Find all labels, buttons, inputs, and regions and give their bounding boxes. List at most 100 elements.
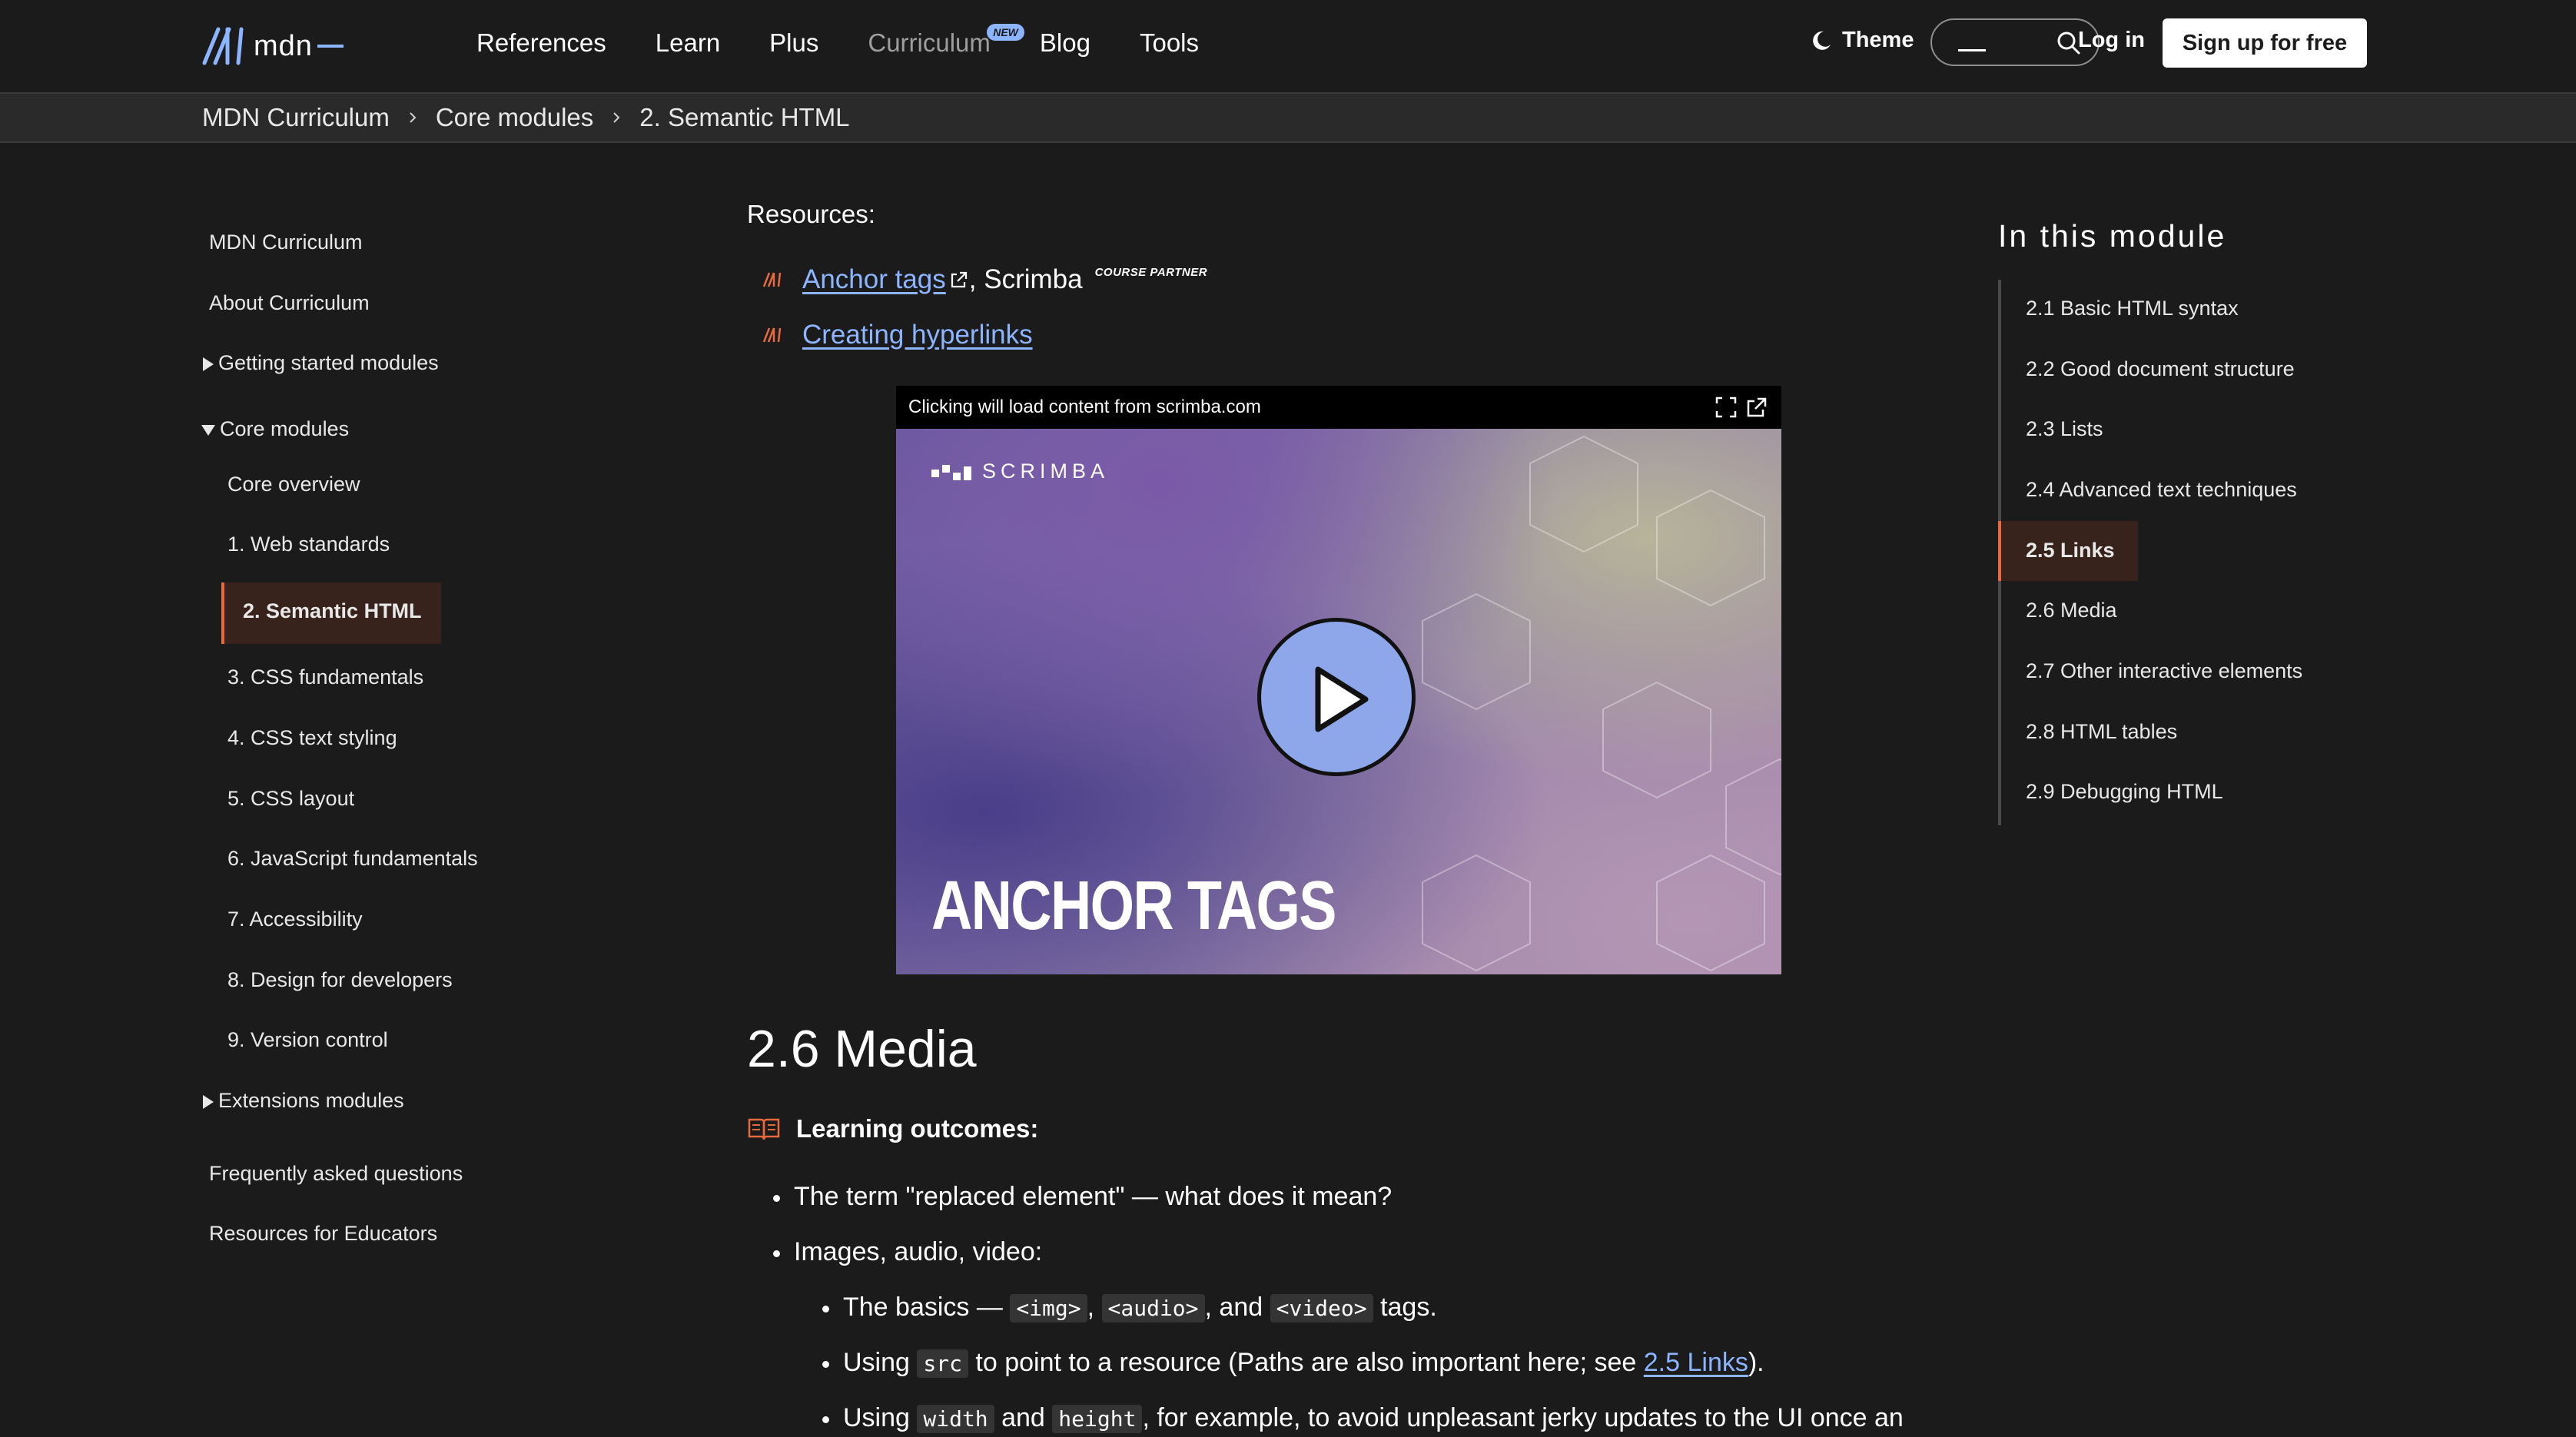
video-notice-text: Clicking will load content from scrimba.…	[908, 397, 1261, 417]
toc-item-links[interactable]: 2.5 Links	[2026, 539, 2115, 563]
creating-hyperlinks-link[interactable]: Creating hyperlinks	[802, 320, 1033, 350]
play-button[interactable]	[1257, 618, 1416, 776]
open-external-icon[interactable]	[1746, 397, 1768, 418]
nav-tools[interactable]: Tools	[1140, 28, 1199, 58]
list-item-text: The term "replaced element" — what does …	[794, 1182, 1393, 1211]
sidebar-item-css-fundamentals[interactable]: 3. CSS fundamentals	[227, 665, 423, 689]
signup-button[interactable]: Sign up for free	[2163, 18, 2367, 68]
toc-item-lists[interactable]: 2.3 Lists	[2026, 417, 2103, 441]
list-item-text: Images, audio, video:	[794, 1237, 1043, 1266]
sidebar-item-version-control[interactable]: 9. Version control	[227, 1028, 388, 1052]
login-link[interactable]: Log in	[2078, 28, 2145, 53]
anchor-tags-link[interactable]: Anchor tags	[802, 264, 946, 295]
nav-blog[interactable]: Blog	[1040, 28, 1090, 58]
code-video: <video>	[1270, 1294, 1373, 1323]
bullet-icon	[822, 1305, 829, 1313]
breadcrumb-core-modules[interactable]: Core modules	[436, 103, 593, 132]
scrimba-logo: SCRIMBA	[931, 460, 1109, 483]
toc-item-media[interactable]: 2.6 Media	[2026, 599, 2117, 622]
sidebar-item-getting-started[interactable]: Getting started modules	[203, 351, 439, 375]
collapse-triangle-icon	[201, 424, 215, 436]
list-item-text: ,	[1087, 1293, 1102, 1322]
list-item-text: tags.	[1373, 1293, 1437, 1322]
sidebar-item-mdn-curriculum[interactable]: MDN Curriculum	[209, 231, 363, 254]
logo-cursor-icon	[317, 45, 344, 48]
bullet-icon	[822, 1360, 829, 1368]
toc-item-advanced-text[interactable]: 2.4 Advanced text techniques	[2026, 478, 2297, 502]
toc-item-basic-html-syntax[interactable]: 2.1 Basic HTML syntax	[2026, 297, 2239, 320]
bullet-icon	[773, 1194, 780, 1202]
sidebar-item-design-for-developers[interactable]: 8. Design for developers	[227, 968, 453, 992]
theme-button[interactable]: Theme	[1810, 28, 1914, 53]
top-navigation-bar: mdn References Learn Plus Curriculum NEW…	[0, 0, 2576, 94]
bullet-icon	[822, 1415, 829, 1423]
section-heading: 2.6 Media	[747, 1020, 977, 1078]
list-item: The basics — <img>, <audio>, and <video>…	[822, 1293, 1437, 1323]
book-icon	[748, 1118, 780, 1140]
toc-item-other-interactive[interactable]: 2.7 Other interactive elements	[2026, 659, 2302, 683]
theme-label: Theme	[1842, 28, 1914, 52]
code-img: <img>	[1010, 1294, 1087, 1323]
list-item-text: , and	[1204, 1293, 1270, 1322]
sidebar-item-extensions-modules[interactable]: Extensions modules	[203, 1089, 404, 1113]
breadcrumb-semantic-html[interactable]: 2. Semantic HTML	[639, 103, 849, 132]
code-width: width	[917, 1405, 994, 1433]
sidebar-item-label: Core modules	[220, 417, 350, 440]
breadcrumb: MDN Curriculum Core modules 2. Semantic …	[202, 94, 850, 141]
sidebar-item-label: Getting started modules	[218, 351, 439, 374]
scrimba-mark-icon	[931, 464, 971, 480]
nav-curriculum[interactable]: Curriculum NEW	[868, 24, 1024, 58]
list-item: The term "replaced element" — what does …	[773, 1182, 1392, 1212]
toc-item-debugging-html[interactable]: 2.9 Debugging HTML	[2026, 780, 2223, 804]
video-title: ANCHOR TAGS	[931, 868, 1337, 944]
sidebar-item-css-layout[interactable]: 5. CSS layout	[227, 787, 354, 811]
logo-text: mdn	[254, 29, 313, 62]
sidebar-item-javascript-fundamentals[interactable]: 6. JavaScript fundamentals	[227, 847, 478, 871]
list-item: Using width and height, for example, to …	[822, 1403, 1904, 1433]
list-item: Using src to point to a resource (Paths …	[822, 1348, 1764, 1378]
expand-triangle-icon	[203, 357, 214, 371]
nav-plus[interactable]: Plus	[769, 28, 818, 58]
search-input[interactable]	[1930, 18, 2100, 66]
code-height: height	[1052, 1405, 1143, 1433]
toc-item-good-document-structure[interactable]: 2.2 Good document structure	[2026, 357, 2295, 381]
search-cursor-icon	[1958, 49, 1986, 51]
video-embed[interactable]: Clicking will load content from scrimba.…	[895, 384, 1783, 976]
list-item-text: The basics —	[843, 1293, 1011, 1322]
nav-learn[interactable]: Learn	[656, 28, 720, 58]
list-item-text: Using	[843, 1403, 918, 1432]
video-thumbnail[interactable]: SCRIMBA ANCHOR TAGS	[896, 429, 1781, 974]
sidebar-item-faq[interactable]: Frequently asked questions	[209, 1162, 463, 1186]
resources-heading: Resources:	[747, 200, 875, 228]
sidebar-item-resources-educators[interactable]: Resources for Educators	[209, 1222, 437, 1246]
mdn-m-icon	[762, 272, 782, 287]
sidebar-item-css-text-styling[interactable]: 4. CSS text styling	[227, 726, 397, 750]
list-item-text: ).	[1748, 1348, 1764, 1377]
code-src: src	[917, 1349, 968, 1378]
breadcrumb-mdn-curriculum[interactable]: MDN Curriculum	[202, 103, 390, 132]
fullscreen-icon[interactable]	[1715, 397, 1737, 418]
resource-item: Anchor tags , Scrimba COURSE PARTNER	[762, 264, 1207, 295]
sidebar-item-about-curriculum[interactable]: About Curriculum	[209, 291, 370, 315]
mdn-logo[interactable]: mdn	[201, 23, 344, 69]
sidebar-item-core-overview[interactable]: Core overview	[227, 473, 360, 496]
bullet-icon	[773, 1249, 780, 1257]
toc-heading: In this module	[1998, 218, 2227, 254]
sidebar-item-semantic-html[interactable]: 2. Semantic HTML	[243, 599, 422, 623]
list-item-text: and	[994, 1403, 1053, 1432]
learning-outcomes-heading: Learning outcomes:	[747, 1114, 1038, 1143]
chevron-right-icon	[613, 112, 620, 123]
sidebar-item-web-standards[interactable]: 1. Web standards	[227, 533, 390, 556]
new-badge: NEW	[987, 24, 1024, 41]
sidebar-item-accessibility[interactable]: 7. Accessibility	[227, 908, 363, 931]
course-partner-tag: COURSE PARTNER	[1094, 265, 1208, 279]
nav-references[interactable]: References	[476, 28, 606, 58]
sidebar-item-core-modules[interactable]: Core modules	[201, 417, 349, 441]
expand-triangle-icon	[203, 1094, 214, 1109]
list-item-text: Using	[843, 1348, 918, 1377]
resource-item: Creating hyperlinks	[762, 320, 1033, 350]
toc-item-html-tables[interactable]: 2.8 HTML tables	[2026, 720, 2177, 744]
links-section-link[interactable]: 2.5 Links	[1644, 1348, 1748, 1377]
list-item: Images, audio, video:	[773, 1237, 1042, 1267]
list-item-text: , for example, to avoid unpleasant jerky…	[1142, 1403, 1904, 1432]
